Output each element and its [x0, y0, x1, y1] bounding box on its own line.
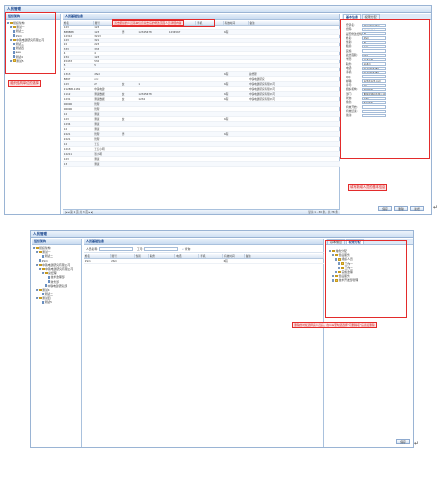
- bottom-people-list-header: 人员基础信息: [84, 239, 323, 245]
- search-button[interactable]: 查询: [185, 247, 191, 251]
- bottom-people-grid: 姓名 账号 性别 职务 电话 手机 有效时间 备注 2Sm 2Sm 6程: [84, 254, 325, 265]
- table-cell: [248, 161, 340, 168]
- next-page-icon[interactable]: ▸: [89, 211, 90, 214]
- tree-item[interactable]: 测试5: [33, 300, 80, 304]
- bottom-perm-highlight: [325, 240, 407, 318]
- top-people-grid-wrap: 姓名账号性别职务电话手机有效时间备注 123123888888123男12345…: [63, 21, 341, 168]
- table-cell: [168, 161, 196, 168]
- bottom-org-tree-panel: 组织架构 −组织架构−测试一测试二2Sm−中铁电建研究有限公司−中铁电建研究有限…: [32, 239, 82, 447]
- bottom-search-input2[interactable]: [144, 247, 179, 251]
- top-people-list-panel: 人员基础信息 姓名账号性别职务电话手机有效时间备注 12312388888812…: [63, 14, 341, 214]
- top-form-highlight: [340, 19, 430, 159]
- bottom-org-tree: −组织架构−测试一测试二2Sm−中铁电建研究有限公司−中铁电建研究有限公司−总经…: [32, 245, 81, 306]
- table-cell: [148, 258, 175, 265]
- top-pager-text: 第 1 页 共 3 页: [70, 211, 88, 214]
- table-cell: [195, 161, 224, 168]
- table-row[interactable]: 2Sm 2Sm 6程: [84, 258, 324, 265]
- top-tree-annotation: 组织结构单位的选择: [8, 80, 42, 87]
- top-list-annotation: 双击组织的人员基本信息双击后的修改页面人员详细内容: [112, 20, 184, 26]
- table-cell: 13: [63, 161, 94, 168]
- bottom-window-title: 人员管理: [31, 231, 413, 238]
- top-window-title: 人员管理: [5, 6, 431, 13]
- first-page-icon[interactable]: |◂: [65, 211, 67, 214]
- table-cell: [223, 161, 249, 168]
- table-row[interactable]: 13 测试: [63, 161, 340, 168]
- table-cell: [198, 258, 223, 265]
- last-page-icon[interactable]: ▸|: [91, 211, 93, 214]
- top-pager-count: 显示 1 - 30 条，共 78 条: [308, 211, 338, 214]
- bottom-search-input[interactable]: [99, 247, 134, 251]
- bottom-annotation: 删除的时候选择完人员后，在role里勾选选择“可删除项”后直接删除: [292, 322, 377, 328]
- bottom-search-label2: 工号:: [136, 247, 144, 251]
- table-cell: [137, 161, 169, 168]
- table-cell: [174, 258, 199, 265]
- top-tree-highlight: [5, 12, 56, 74]
- table-cell: 2Sm: [110, 258, 135, 265]
- top-form-annotation: 填写新增人员的基本信息: [348, 184, 388, 191]
- bottom-search-label: 人员名称:: [86, 247, 99, 251]
- search-icon[interactable]: ⌕: [182, 247, 184, 251]
- add-button[interactable]: 新增: [410, 206, 424, 211]
- bottom-save-button[interactable]: 保存: [396, 439, 410, 444]
- tree-item-label: 测试5: [44, 300, 52, 305]
- save-button[interactable]: 保存: [378, 206, 392, 211]
- table-cell: [134, 258, 149, 265]
- bottom-search-bar: 人员名称: 工号: ⌕ 查询: [84, 246, 324, 253]
- bottom-people-grid-wrap: 姓名 账号 性别 职务 电话 手机 有效时间 备注 2Sm 2Sm 6程: [84, 254, 325, 265]
- table-cell: 2Sm: [84, 258, 111, 265]
- mouse-cursor-icon: ↵: [433, 204, 439, 211]
- top-people-grid: 姓名账号性别职务电话手机有效时间备注 123123888888123男12345…: [63, 21, 341, 168]
- table-cell: [244, 258, 324, 265]
- delete-button[interactable]: 删除: [394, 206, 408, 211]
- tree-item-label: 中铁电建研究部: [47, 283, 68, 288]
- table-cell: [121, 161, 138, 168]
- bottom-people-list-panel: 人员基础信息 人员名称: 工号: ⌕ 查询 姓名 账号 性别 职务 电话 手机 有效时间 备注…: [84, 239, 325, 447]
- table-cell: 6程: [222, 258, 245, 265]
- top-pager: |◂ ◂ 第 1 页 共 3 页 ▸ ▸| 显示 1 - 30 条，共 78 条: [63, 209, 340, 214]
- table-cell: 测试: [93, 161, 122, 168]
- mouse-cursor-icon-2: ↵: [414, 440, 420, 447]
